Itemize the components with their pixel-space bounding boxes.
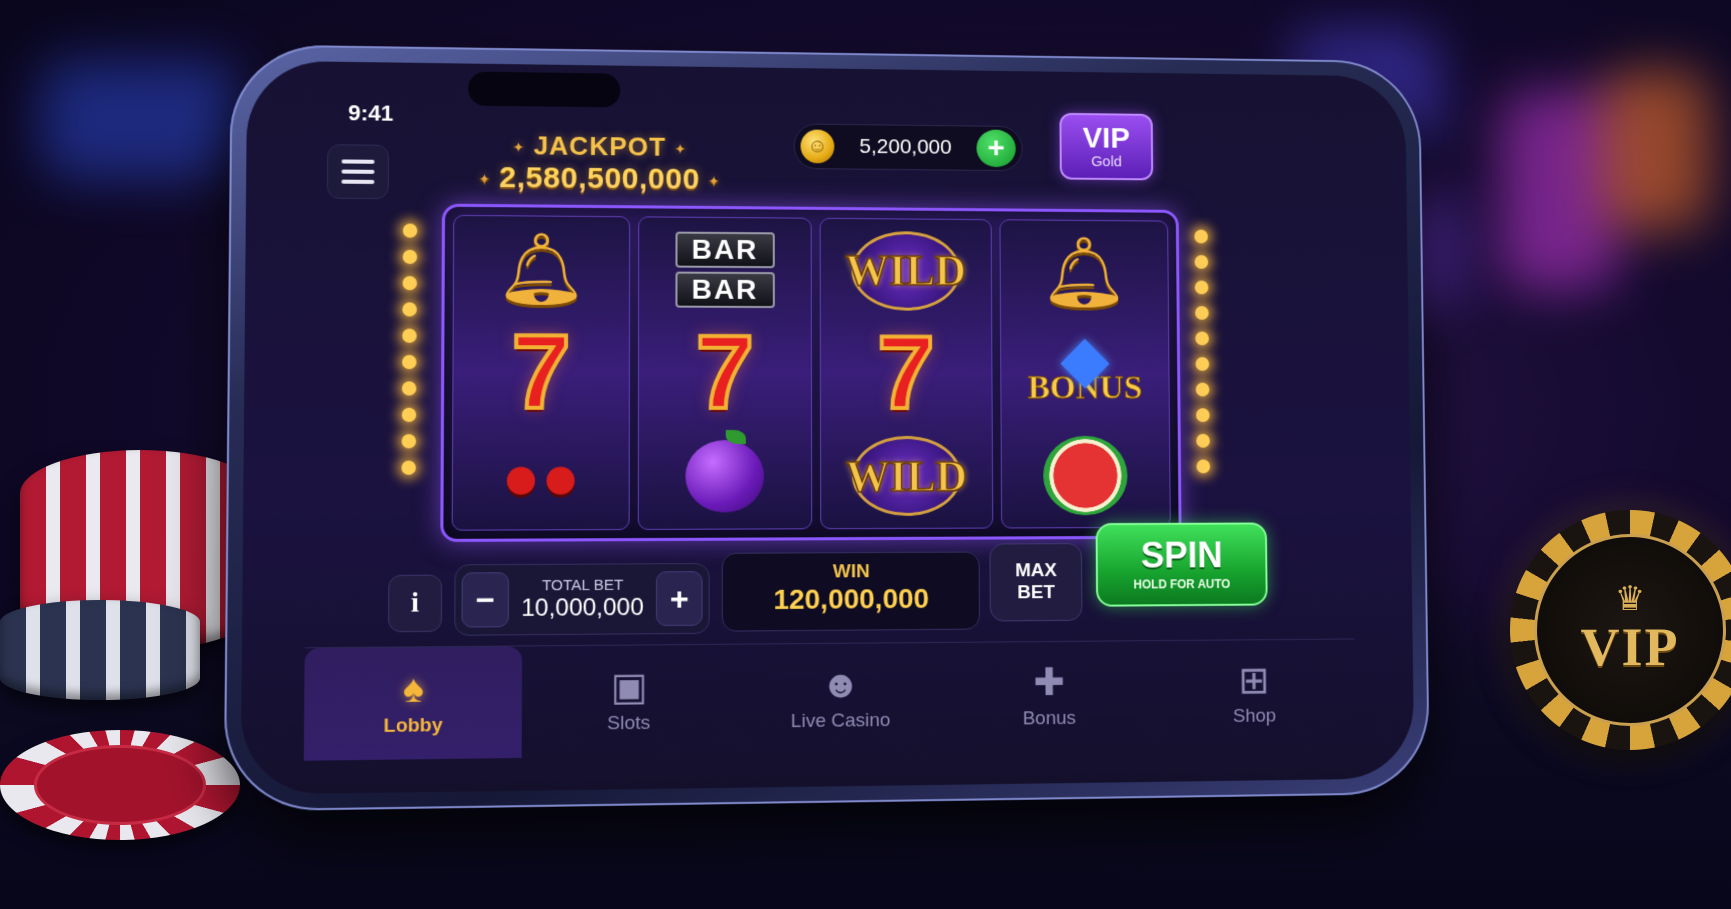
spade-icon: ♠ [402,667,424,711]
win-display: WIN 120,000,000 [721,551,980,632]
reel-1: 🔔︎ 7 ●● [451,214,630,531]
coin-icon: ☺ [800,129,835,164]
jackpot-value: ✦ 2,580,500,000 ✦ [432,160,766,197]
crown-icon: ♛ [1614,580,1646,618]
vip-chip-face: ♛ VIP [1534,534,1726,726]
bar-text: BAR [675,231,775,268]
phone-device: 9:41 ✦ JACKPOT ✦ ✦ 2,580,500,000 ✦ ☺ 5,200,0… [223,44,1431,812]
nav-label: Bonus [1022,707,1076,729]
status-time: 9:41 [348,100,394,126]
background-light [40,60,240,180]
nav-label: Shop [1232,705,1277,727]
sparkle-icon: ✦ [674,140,687,157]
vip-tier: Gold [1091,152,1122,170]
background-light [1600,70,1710,230]
sparkle-icon: ✦ [707,172,721,189]
game-screen: 9:41 ✦ JACKPOT ✦ ✦ 2,580,500,000 ✦ ☺ 5,200,0… [240,60,1415,795]
nav-shop[interactable]: ⊞ Shop [1152,639,1357,749]
reel-3: WILD 7 WILD [819,217,993,530]
increase-bet-button[interactable]: + [655,571,703,627]
total-bet-label: TOTAL BET [541,576,624,594]
reel-4: 🔔︎ BONUS [998,219,1171,529]
marquee-lights-left [401,223,425,475]
total-bet-display: TOTAL BET 10,000,000 [521,576,644,623]
total-bet-value: 10,000,000 [521,593,644,622]
hamburger-icon [341,179,375,184]
add-coins-button[interactable]: + [976,129,1016,168]
win-label: WIN [832,561,870,583]
sparkle-icon: ✦ [478,170,492,187]
slot-machine-icon: ▣ [610,665,648,709]
max-bet-label: MAX BET [1015,560,1057,604]
max-bet-button[interactable]: MAX BET [989,543,1083,622]
nav-live-casino[interactable]: ☻ Live Casino [735,643,945,755]
spin-sublabel: HOLD FOR AUTO [1133,577,1231,592]
decrease-bet-button[interactable]: − [461,572,510,628]
chip-stack [0,600,200,700]
wild-icon: WILD [831,223,980,319]
bonus-icon: BONUS [1011,326,1158,421]
seven-icon: 7 [875,313,937,433]
plum-icon [649,428,800,525]
slot-reels: 🔔︎ 7 ●● BAR BAR 7 WILD 7 WILD 🔔︎ ◆ BONUS [440,203,1182,542]
jackpot-display: ✦ JACKPOT ✦ ✦ 2,580,500,000 ✦ [432,129,766,197]
nav-label: Live Casino [790,709,891,732]
nav-label: Slots [607,711,651,734]
watermelon-icon [1012,428,1160,524]
spin-label: SPIN [1140,534,1223,576]
seven-icon: 7 [509,312,572,433]
wild-icon: WILD [832,428,981,524]
seven-icon: 7 [694,313,756,433]
jackpot-value-text: 2,580,500,000 [499,161,700,196]
bar-text: BAR [675,271,775,308]
vip-badge[interactable]: VIP Gold [1059,112,1154,181]
info-button[interactable]: i [388,574,443,633]
nav-slots[interactable]: ▣ Slots [521,645,735,758]
nav-lobby[interactable]: ♠ Lobby [303,646,522,761]
jackpot-label-text: JACKPOT [533,130,667,162]
hamburger-icon [341,169,375,174]
jackpot-label: ✦ JACKPOT ✦ [432,129,766,164]
gift-icon: ✚ [1033,661,1065,704]
bell-icon: 🔔︎ [1040,233,1128,311]
sparkle-icon: ✦ [512,138,526,155]
cart-icon: ⊞ [1238,659,1270,702]
hamburger-icon [341,159,375,164]
reel-2: BAR BAR 7 [637,216,813,530]
coin-amount: 5,200,000 [859,135,952,159]
menu-button[interactable] [326,144,390,200]
nav-bonus[interactable]: ✚ Bonus [945,641,1153,752]
marquee-lights-right [1194,229,1218,474]
bell-icon: 🔔︎ [496,228,587,308]
coin-balance: ☺ 5,200,000 + [793,123,1023,172]
bottom-nav: ♠ Lobby ▣ Slots ☻ Live Casino ✚ Bonus ⊞ … [303,638,1357,761]
dealer-icon: ☻ [820,663,861,707]
vip-label: VIP [1082,121,1130,155]
vip-chip-text: VIP [1580,617,1680,677]
poker-chip [0,730,240,840]
bar-icon: BAR BAR [649,221,800,318]
win-value: 120,000,000 [773,582,930,616]
spin-button[interactable]: SPIN HOLD FOR AUTO [1095,522,1268,607]
phone-notch [468,71,621,108]
nav-label: Lobby [383,714,443,737]
total-bet-control: − TOTAL BET 10,000,000 + [454,562,710,636]
cherry-icon: ●● [501,440,581,514]
